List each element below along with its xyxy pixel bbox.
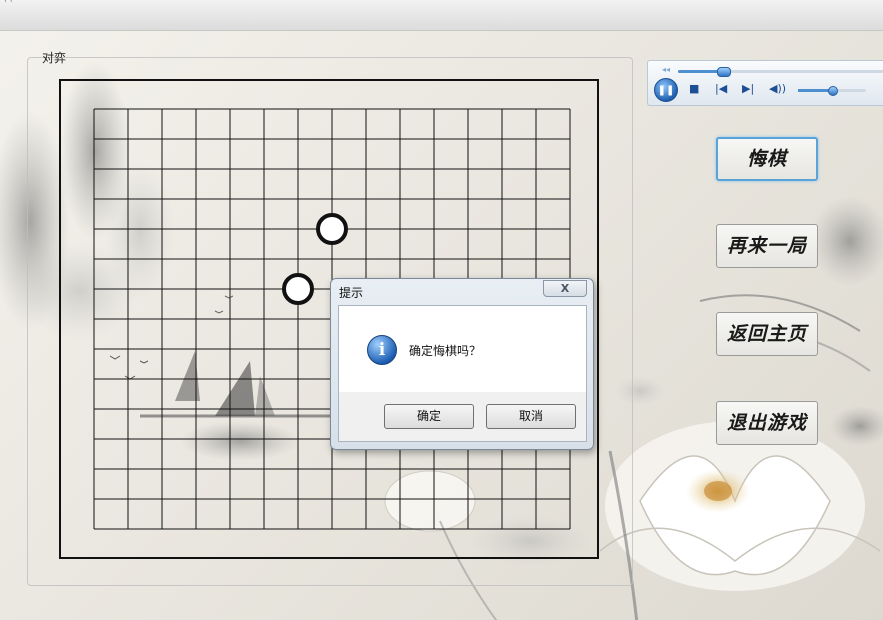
- seek-marker-icon: ◂◂: [662, 65, 671, 74]
- speaker-icon[interactable]: ◀)): [769, 83, 786, 95]
- pause-icon[interactable]: ❚❚: [654, 78, 678, 102]
- white-stone[interactable]: [316, 213, 348, 245]
- restart-button[interactable]: 再来一局: [716, 224, 818, 268]
- volume-thumb[interactable]: [828, 86, 838, 96]
- white-stone[interactable]: [282, 273, 314, 305]
- home-button[interactable]: 返回主页: [716, 312, 818, 356]
- volume-slider[interactable]: [798, 86, 866, 96]
- seek-thumb[interactable]: [716, 67, 731, 77]
- exit-button[interactable]: 退出游戏: [716, 401, 818, 445]
- dialog-message: 确定悔棋吗？: [409, 344, 482, 358]
- previous-icon[interactable]: |◀: [715, 83, 727, 95]
- ok-button[interactable]: 确定: [384, 404, 474, 429]
- dialog-title: 提示: [339, 286, 364, 300]
- cancel-button[interactable]: 取消: [486, 404, 576, 429]
- volume-fill: [798, 89, 832, 92]
- info-icon: i: [367, 335, 397, 365]
- dialog-message-area: i 确定悔棋吗？: [339, 306, 586, 392]
- confirm-dialog: 提示 X i 确定悔棋吗？ 确定 取消: [330, 278, 594, 450]
- group-box-title: 对弈: [42, 51, 67, 65]
- window-title: · ·: [4, 0, 13, 7]
- media-player: ◂◂ ❚❚ ■ |◀ ▶| ◀)): [647, 60, 883, 106]
- window-title-bar: · ·: [0, 0, 883, 31]
- seek-bar[interactable]: [678, 67, 883, 77]
- next-icon[interactable]: ▶|: [742, 83, 754, 95]
- dialog-body: i 确定悔棋吗？ 确定 取消: [338, 305, 587, 442]
- dialog-close-button[interactable]: X: [543, 280, 587, 297]
- close-icon: X: [560, 282, 570, 295]
- undo-button[interactable]: 悔棋: [716, 137, 818, 181]
- stop-icon[interactable]: ■: [689, 83, 699, 95]
